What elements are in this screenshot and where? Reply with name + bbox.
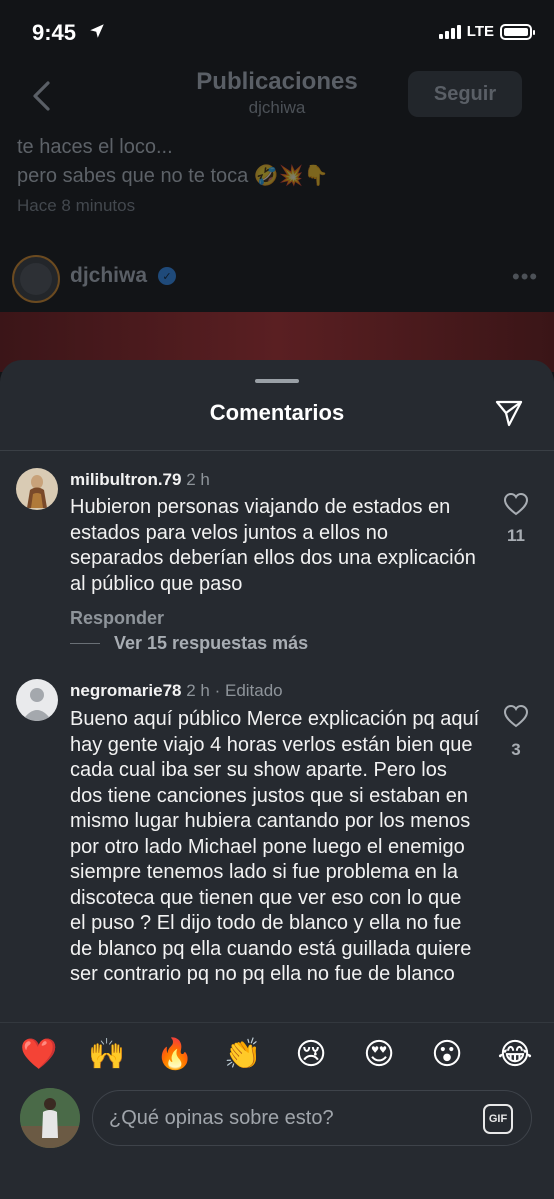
post-caption-line-2: pero sabes que no te toca 🤣💥👇	[17, 163, 329, 188]
post-caption-text: pero sabes que no te toca	[17, 165, 249, 187]
cellular-signal-icon	[438, 24, 461, 39]
divider	[0, 450, 554, 451]
replies-divider	[70, 643, 100, 644]
reaction-laughing[interactable]: 😂	[495, 1035, 535, 1075]
post-caption-line-1: te haces el loco...	[17, 136, 173, 158]
comment-input-placeholder: ¿Qué opinas sobre esto?	[109, 1107, 334, 1129]
gif-button[interactable]: GIF	[483, 1104, 513, 1134]
comment-time: 2 h	[186, 470, 210, 489]
commenter-avatar[interactable]	[16, 468, 58, 510]
reaction-crying[interactable]: 😢	[291, 1035, 331, 1075]
caption-emojis: 🤣💥👇	[253, 165, 329, 187]
commenter-avatar[interactable]	[16, 679, 58, 721]
battery-icon	[500, 23, 535, 40]
reaction-surprised[interactable]: 😮	[427, 1035, 467, 1075]
more-options-icon[interactable]: •••	[512, 264, 538, 290]
post-view-dimmed: Publicaciones djchiwa Seguir te haces el…	[0, 62, 554, 372]
verified-badge-icon: ✓	[158, 267, 176, 285]
like-heart-icon[interactable]	[503, 492, 529, 516]
comment-time: 2 h · Editado	[186, 681, 283, 700]
author-username[interactable]: djchiwa	[70, 264, 147, 288]
comment-username[interactable]: milibultron.79	[70, 470, 181, 489]
author-avatar[interactable]	[12, 255, 60, 303]
comment-text: Bueno aquí público Merce explicación pq …	[70, 708, 480, 985]
current-user-avatar	[20, 1088, 80, 1148]
reaction-fire[interactable]: 🔥	[155, 1035, 195, 1075]
follow-button[interactable]: Seguir	[408, 71, 522, 117]
quick-reactions-bar: ❤️ 🙌 🔥 👏 😢 😍 😮 😂	[0, 1022, 554, 1084]
sheet-grabber[interactable]	[255, 379, 299, 383]
like-count: 11	[507, 526, 525, 545]
status-bar: 9:45 LTE	[0, 0, 554, 62]
reply-button[interactable]: Responder	[70, 608, 164, 629]
comment-input[interactable]: ¿Qué opinas sobre esto? GIF	[92, 1090, 532, 1146]
comments-list[interactable]: milibultron.79 2 h Hubieron personas via…	[0, 452, 554, 1022]
location-arrow-icon	[90, 24, 104, 38]
status-time: 9:45	[32, 20, 77, 45]
share-send-icon[interactable]	[494, 398, 524, 428]
like-heart-icon[interactable]	[503, 704, 529, 728]
comments-sheet: Comentarios milibultron.79 2 h Hubieron …	[0, 360, 554, 1199]
comment-username[interactable]: negromarie78	[70, 681, 182, 700]
view-replies-button[interactable]: Ver 15 respuestas más	[114, 633, 308, 654]
like-count: 3	[511, 740, 521, 759]
reaction-clap[interactable]: 👏	[223, 1035, 263, 1075]
reaction-raised-hands[interactable]: 🙌	[87, 1035, 127, 1075]
sheet-title: Comentarios	[209, 400, 345, 425]
reaction-heart-eyes[interactable]: 😍	[359, 1035, 399, 1075]
network-type: LTE	[466, 23, 494, 40]
comment-text: Hubieron personas viajando de estados en…	[70, 496, 476, 595]
post-timestamp: Hace 8 minutos	[17, 196, 136, 215]
reaction-heart[interactable]: ❤️	[19, 1035, 59, 1075]
